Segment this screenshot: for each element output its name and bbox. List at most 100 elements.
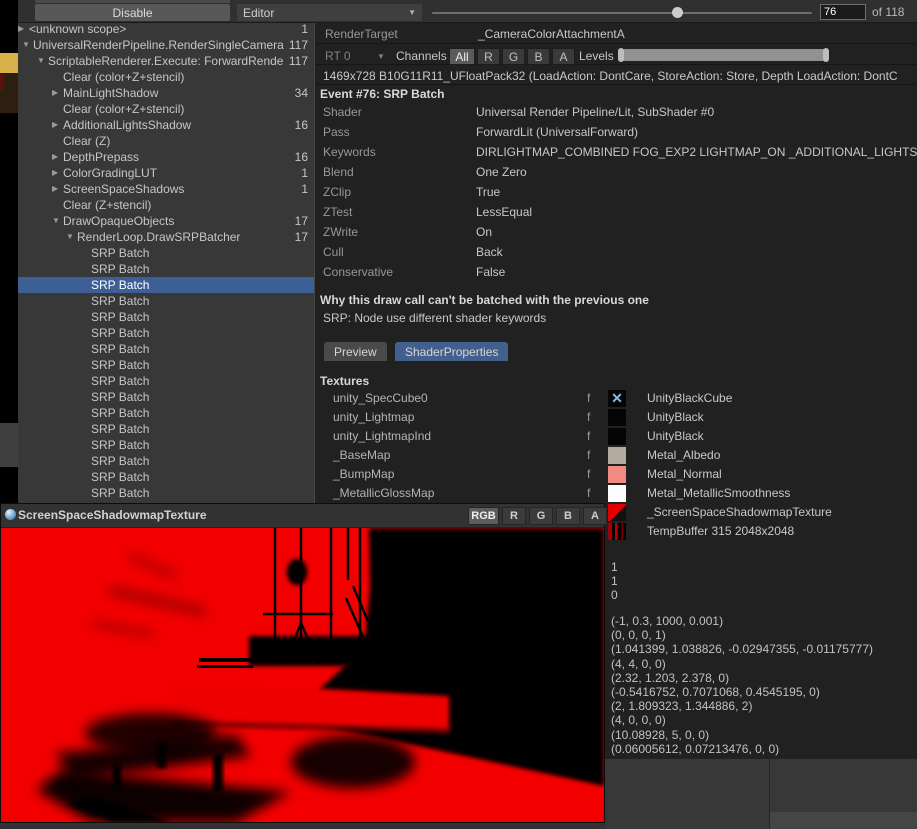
tree-item-srp-batch[interactable]: SRP Batch	[18, 373, 314, 389]
tree-item[interactable]: ▼RenderLoop.DrawSRPBatcher17	[18, 229, 314, 245]
collapsed-arrow-icon[interactable]: ▶	[52, 149, 58, 165]
tree-item-srp-batch[interactable]: SRP Batch	[18, 325, 314, 341]
preview-channel-button-r[interactable]: R	[502, 507, 526, 525]
tree-item-label: DepthPrepass	[63, 149, 139, 165]
target-selector-dropdown[interactable]: Editor ▼	[237, 4, 422, 21]
texture-thumbnail-normal[interactable]	[608, 466, 626, 483]
tree-item-srp-batch[interactable]: SRP Batch	[18, 421, 314, 437]
tab-shaderproperties[interactable]: ShaderProperties	[395, 342, 508, 361]
texture-asset-name: Metal_Albedo	[647, 446, 720, 465]
texture-property-name: unity_LightmapInd	[333, 427, 431, 446]
collapsed-arrow-icon[interactable]: ▶	[52, 117, 58, 133]
preview-channel-button-g[interactable]: G	[529, 507, 553, 525]
texture-row[interactable]: unity_SpecCube0f✕UnityBlackCube	[315, 389, 917, 408]
event-row-label: Keywords	[323, 145, 376, 159]
channel-button-r[interactable]: R	[477, 48, 500, 65]
expanded-arrow-icon[interactable]: ▼	[22, 37, 30, 53]
tree-item-label: SRP Batch	[91, 437, 149, 453]
texture-asset-name: TempBuffer 315 2048x2048	[647, 522, 794, 541]
tree-item-label: SRP Batch	[91, 245, 149, 261]
levels-min-handle[interactable]	[618, 48, 624, 62]
tree-item[interactable]: ▶ColorGradingLUT1	[18, 165, 314, 181]
texture-row[interactable]: unity_LightmapfUnityBlack	[315, 408, 917, 427]
background-bottom-strip	[0, 823, 605, 829]
tree-item[interactable]: ▶<unknown scope>1	[18, 21, 314, 37]
preview-channel-button-b[interactable]: B	[556, 507, 580, 525]
tree-item-label: SRP Batch	[91, 421, 149, 437]
channel-button-g[interactable]: G	[502, 48, 525, 65]
detail-tabs: Preview ShaderProperties	[324, 342, 624, 361]
tree-item-srp-batch[interactable]: SRP Batch	[18, 389, 314, 405]
texture-row[interactable]: unity_LightmapIndfUnityBlack	[315, 427, 917, 446]
tree-item[interactable]: Clear (Z)	[18, 133, 314, 149]
tree-item-label: SRP Batch	[91, 309, 149, 325]
tree-item-srp-batch[interactable]: SRP Batch	[18, 469, 314, 485]
texture-thumbnail-tempbuffer[interactable]	[608, 523, 626, 540]
event-slider-track[interactable]	[432, 12, 812, 14]
expanded-arrow-icon[interactable]: ▼	[52, 213, 60, 229]
collapsed-arrow-icon[interactable]: ▶	[52, 85, 58, 101]
tree-item-srp-batch[interactable]: SRP Batch	[18, 341, 314, 357]
event-total-label: of 118	[872, 5, 904, 19]
expanded-arrow-icon[interactable]: ▼	[66, 229, 74, 245]
tree-item[interactable]: Clear (color+Z+stencil)	[18, 69, 314, 85]
levels-range-slider[interactable]	[622, 49, 825, 61]
levels-max-handle[interactable]	[823, 48, 829, 62]
tree-item[interactable]: ▶AdditionalLightsShadow16	[18, 117, 314, 133]
tree-item[interactable]: Clear (color+Z+stencil)	[18, 101, 314, 117]
tree-item[interactable]: Clear (Z+stencil)	[18, 197, 314, 213]
tree-item-srp-batch[interactable]: SRP Batch	[18, 277, 314, 293]
collapsed-arrow-icon[interactable]: ▶	[52, 181, 58, 197]
tree-item-srp-batch[interactable]: SRP Batch	[18, 357, 314, 373]
tree-item[interactable]: ▼ScriptableRenderer.Execute: ForwardRend…	[18, 53, 314, 69]
tree-item-label: SRP Batch	[91, 405, 149, 421]
render-target-size-info: 1469x728 B10G11R11_UFloatPack32 (LoadAct…	[323, 69, 917, 83]
texture-row[interactable]: _MetallicGlossMapfMetal_MetallicSmoothne…	[315, 484, 917, 503]
preview-channel-button-rgb[interactable]: RGB	[468, 507, 499, 525]
tree-item[interactable]: ▶DepthPrepass16	[18, 149, 314, 165]
render-target-label: RenderTarget	[325, 27, 398, 41]
tree-item-srp-batch[interactable]: SRP Batch	[18, 261, 314, 277]
vector-value: (2.32, 1.203, 2.378, 0)	[611, 671, 729, 685]
texture-thumbnail-black[interactable]	[608, 428, 626, 445]
tree-item-srp-batch[interactable]: SRP Batch	[18, 405, 314, 421]
event-row-label: ZTest	[323, 205, 352, 219]
tree-item-srp-batch[interactable]: SRP Batch	[18, 309, 314, 325]
tree-item[interactable]: ▶ScreenSpaceShadows1	[18, 181, 314, 197]
texture-thumbnail-albedo[interactable]	[608, 447, 626, 464]
event-number-field[interactable]	[820, 4, 866, 20]
rt-index-dropdown[interactable]: RT 0	[325, 49, 351, 63]
collapsed-arrow-icon[interactable]: ▶	[18, 21, 24, 37]
texture-row[interactable]: _BaseMapfMetal_Albedo	[315, 446, 917, 465]
tree-item-srp-batch[interactable]: SRP Batch	[18, 453, 314, 469]
texture-thumbnail-white[interactable]	[608, 485, 626, 502]
tree-item[interactable]: ▼UniversalRenderPipeline.RenderSingleCam…	[18, 37, 314, 53]
collapsed-arrow-icon[interactable]: ▶	[52, 165, 58, 181]
texture-row[interactable]: _BumpMapfMetal_Normal	[315, 465, 917, 484]
preview-channel-button-a[interactable]: A	[583, 507, 607, 525]
vector-value: (10.08928, 5, 0, 0)	[611, 728, 709, 742]
event-slider-handle[interactable]	[672, 7, 683, 18]
texture-property-name: _MetallicGlossMap	[333, 484, 434, 503]
preview-title-bar[interactable]: ScreenSpaceShadowmapTexture RGBRGBA	[1, 504, 604, 528]
texture-thumbnail-cube[interactable]: ✕	[608, 390, 626, 407]
disable-button[interactable]: Disable	[35, 4, 230, 21]
tree-item[interactable]: ▼DrawOpaqueObjects17	[18, 213, 314, 229]
tree-item-label: Clear (color+Z+stencil)	[63, 69, 184, 85]
tree-item-srp-batch[interactable]: SRP Batch	[18, 437, 314, 453]
expanded-arrow-icon[interactable]: ▼	[37, 53, 45, 69]
texture-thumbnail-black[interactable]	[608, 409, 626, 426]
tree-item-srp-batch[interactable]: SRP Batch	[18, 245, 314, 261]
tree-item-srp-batch[interactable]: SRP Batch	[18, 485, 314, 501]
texture-thumbnail-shadowmap[interactable]	[608, 504, 626, 521]
tree-item-label: SRP Batch	[91, 357, 149, 373]
tree-item-count: 17	[295, 229, 308, 245]
tab-preview[interactable]: Preview	[324, 342, 387, 361]
tree-item-srp-batch[interactable]: SRP Batch	[18, 293, 314, 309]
channel-button-all[interactable]: All	[449, 48, 475, 65]
tree-item-label: Clear (color+Z+stencil)	[63, 101, 184, 117]
event-row-value: One Zero	[476, 165, 917, 179]
channel-button-a[interactable]: A	[552, 48, 575, 65]
channel-button-b[interactable]: B	[527, 48, 550, 65]
tree-item[interactable]: ▶MainLightShadow34	[18, 85, 314, 101]
